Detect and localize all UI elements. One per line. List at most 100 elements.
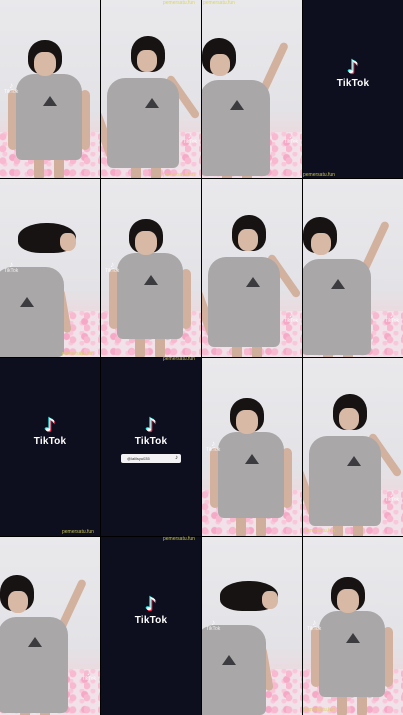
face xyxy=(238,229,258,251)
person xyxy=(202,179,302,357)
video-frame: ♪ TikTok xyxy=(202,179,302,357)
shirt xyxy=(309,436,381,526)
tiktok-wordmark: TikTok xyxy=(283,318,298,324)
tiktok-title-card: ♪ TikTok xyxy=(303,0,403,178)
tiktok-wordmark: TikTok xyxy=(134,615,168,626)
person xyxy=(101,0,201,178)
shirt xyxy=(202,80,270,176)
tiktok-watermark: ♪ TikTok xyxy=(82,669,96,682)
video-frame: ♪ TikTok xyxy=(303,537,403,715)
tiktok-watermark: ♪ TikTok xyxy=(385,311,399,324)
tiktok-wordmark: TikTok xyxy=(336,78,370,89)
watermark-text: pemersatu.fun xyxy=(62,529,94,535)
shirt-logo-icon xyxy=(230,100,244,110)
tiktok-icon: ♪ xyxy=(44,415,56,436)
tiktok-watermark: ♪ TikTok xyxy=(183,132,197,145)
tiktok-watermark: ♪ TikTok xyxy=(206,619,220,632)
shirt-logo-icon xyxy=(346,633,360,643)
tiktok-title-card: ♪ TikTok xyxy=(0,358,100,536)
tiktok-handle: @lalilsyu035 xyxy=(127,456,150,461)
shirt xyxy=(218,432,284,518)
shirt xyxy=(117,253,183,339)
video-frame: ♪ TikTok xyxy=(101,179,201,357)
tiktok-watermark: ♪ TikTok xyxy=(307,619,321,632)
shirt-logo-icon xyxy=(245,454,259,464)
tiktok-icon: ♪ xyxy=(145,594,157,615)
shirt xyxy=(16,74,82,160)
tiktok-wordmark: TikTok xyxy=(4,89,19,95)
face xyxy=(236,410,258,434)
tiktok-watermark: ♪ TikTok xyxy=(284,311,298,324)
face xyxy=(60,233,76,251)
watermark-text: pemersatu.fun xyxy=(62,351,94,357)
video-frame: ♪ TikTok xyxy=(202,0,302,178)
tiktok-title-card: ♪ TikTok @lalilsyu035 ♪ xyxy=(101,358,201,536)
face xyxy=(135,231,157,255)
shirt-logo-icon xyxy=(331,279,345,289)
face xyxy=(210,54,230,76)
video-frame: ♪ TikTok xyxy=(0,0,100,178)
tiktok-watermark: ♪ TikTok xyxy=(206,440,220,453)
face xyxy=(262,591,278,609)
tiktok-wordmark: TikTok xyxy=(307,626,322,632)
person xyxy=(303,358,403,536)
shirt-logo-icon xyxy=(145,98,159,108)
shirt-logo-icon xyxy=(246,277,260,287)
watermark-text: pemersatu.fun xyxy=(303,172,335,178)
video-frame: ♪ TikTok xyxy=(101,0,201,178)
video-frame: ♪ TikTok xyxy=(0,179,100,357)
tiktok-wordmark: TikTok xyxy=(384,318,399,324)
tiktok-icon: ♪ xyxy=(175,455,178,461)
person xyxy=(303,179,403,357)
video-frame: ♪ TikTok xyxy=(202,358,302,536)
watermark-text: pemersatu.fun xyxy=(303,528,335,534)
video-frame: ♪ TikTok xyxy=(303,358,403,536)
tiktok-icon: ♪ xyxy=(347,57,359,78)
person xyxy=(0,537,100,715)
shirt xyxy=(303,259,371,355)
shirt-logo-icon xyxy=(28,637,42,647)
tiktok-wordmark: TikTok xyxy=(134,436,168,447)
shirt xyxy=(319,611,385,697)
watermark-text: pemersatu.fun xyxy=(303,707,335,713)
tiktok-title-card: ♪ TikTok xyxy=(101,537,201,715)
tiktok-wordmark: TikTok xyxy=(206,447,221,453)
shirt-logo-icon xyxy=(20,297,34,307)
tiktok-icon: ♪ xyxy=(145,415,157,436)
video-frame: ♪ TikTok xyxy=(303,179,403,357)
video-frame: ♪ TikTok xyxy=(202,537,302,715)
tiktok-watermark: ♪ TikTok xyxy=(105,261,119,274)
tiktok-wordmark: TikTok xyxy=(206,626,221,632)
tiktok-wordmark: TikTok xyxy=(283,139,298,145)
tiktok-watermark: ♪ TikTok xyxy=(284,132,298,145)
tiktok-wordmark: TikTok xyxy=(4,268,19,274)
shirt xyxy=(0,267,64,357)
shirt xyxy=(0,617,68,713)
tiktok-wordmark: TikTok xyxy=(81,676,96,682)
face xyxy=(311,233,331,255)
tiktok-wordmark: TikTok xyxy=(105,268,120,274)
person xyxy=(202,0,302,178)
shirt-logo-icon xyxy=(144,275,158,285)
watermark-text: pemersatu.fun xyxy=(163,172,195,178)
watermark-text: pemersatu.fun xyxy=(163,536,195,542)
tiktok-handle-bar: @lalilsyu035 ♪ xyxy=(121,454,181,463)
shirt xyxy=(107,78,179,168)
tiktok-wordmark: TikTok xyxy=(384,497,399,503)
tiktok-logo: ♪ TikTok xyxy=(303,57,403,90)
tiktok-watermark: ♪ TikTok xyxy=(4,82,18,95)
shirt xyxy=(202,625,266,715)
video-frame-grid: ♪ TikTok ♪ TikTok ♪ TikTok ♪ TikTok ♪ TikTok ♪ TikT… xyxy=(0,0,403,715)
shirt-logo-icon xyxy=(43,96,57,106)
watermark-text: pemersatu.fun xyxy=(203,0,235,6)
tiktok-logo: ♪ TikTok xyxy=(101,415,201,448)
shirt-logo-icon xyxy=(347,456,361,466)
tiktok-wordmark: TikTok xyxy=(33,436,67,447)
shirt-logo-icon xyxy=(222,655,236,665)
face xyxy=(339,408,359,430)
watermark-text: pemersatu.fun xyxy=(163,356,195,362)
watermark-text: pemersatu.fun xyxy=(163,0,195,6)
tiktok-wordmark: TikTok xyxy=(182,139,197,145)
tiktok-watermark: ♪ TikTok xyxy=(4,261,18,274)
face xyxy=(8,591,28,613)
